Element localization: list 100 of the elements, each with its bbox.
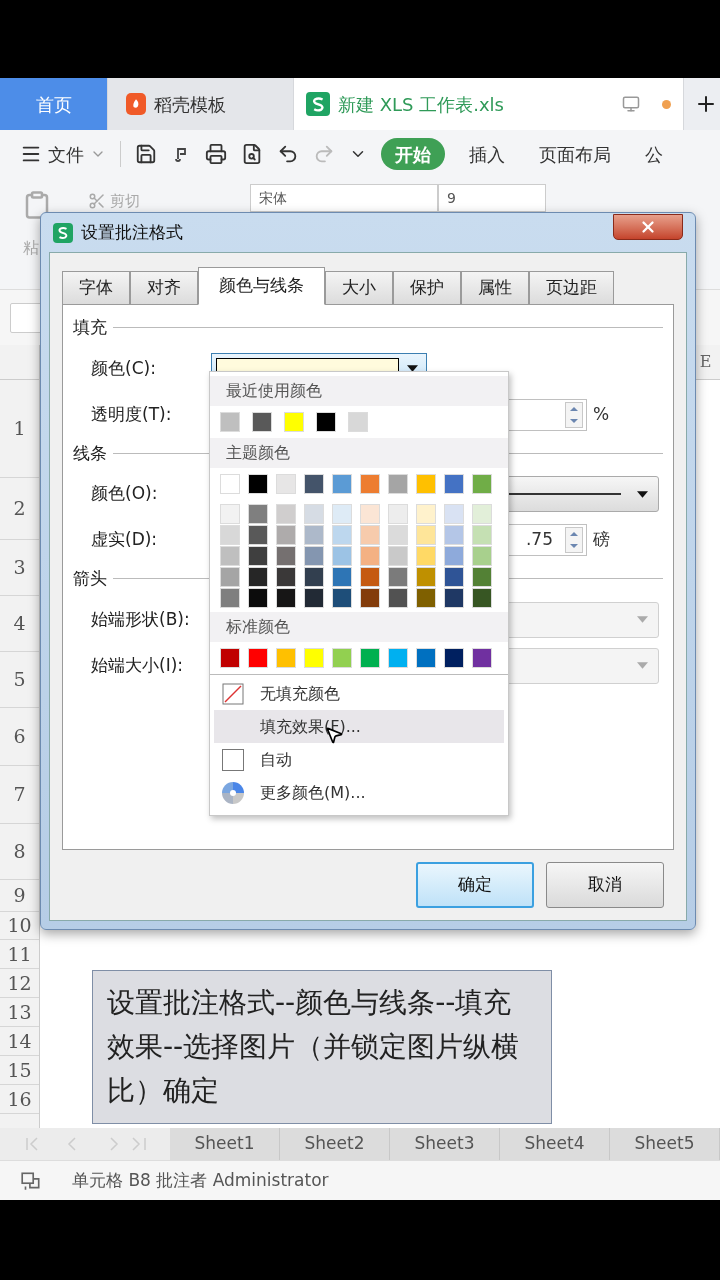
color-swatch[interactable] <box>472 525 492 545</box>
color-swatch[interactable] <box>388 588 408 608</box>
color-swatch[interactable] <box>276 648 296 668</box>
menu-item[interactable]: 无填充颜色 <box>214 677 504 710</box>
color-swatch[interactable] <box>276 567 296 587</box>
color-swatch[interactable] <box>332 546 352 566</box>
color-swatch[interactable] <box>388 525 408 545</box>
color-swatch[interactable] <box>332 588 352 608</box>
color-swatch[interactable] <box>248 504 268 524</box>
app-tab[interactable]: 稻壳模板 <box>108 78 294 130</box>
font-field[interactable]: 宋体 <box>250 184 438 212</box>
color-swatch[interactable] <box>388 648 408 668</box>
color-swatch[interactable] <box>304 525 324 545</box>
color-swatch[interactable] <box>332 648 352 668</box>
menu-item[interactable]: 更多颜色(M)... <box>214 776 504 809</box>
color-swatch[interactable] <box>360 525 380 545</box>
dialog-tab[interactable]: 保护 <box>393 271 461 305</box>
row-header[interactable]: 9 <box>0 880 39 912</box>
row-header[interactable]: 10 <box>0 912 39 940</box>
row-header[interactable]: 13 <box>0 998 39 1027</box>
row-header[interactable]: 7 <box>0 766 39 824</box>
row-header[interactable]: 2 <box>0 478 39 540</box>
dialog-tab[interactable]: 页边距 <box>529 271 614 305</box>
spin-arrows-icon[interactable] <box>565 401 583 428</box>
row-header[interactable]: 3 <box>0 540 39 596</box>
row-header[interactable]: 15 <box>0 1056 39 1085</box>
color-swatch[interactable] <box>304 546 324 566</box>
menu-item[interactable]: 填充效果(F)... <box>214 710 504 743</box>
color-swatch[interactable] <box>304 588 324 608</box>
color-swatch[interactable] <box>416 525 436 545</box>
sheet-tab[interactable]: Sheet1 <box>170 1128 280 1160</box>
monitor-icon[interactable] <box>622 95 640 113</box>
color-swatch[interactable] <box>248 567 268 587</box>
undo-icon[interactable] <box>277 143 299 165</box>
color-swatch[interactable] <box>444 504 464 524</box>
color-swatch[interactable] <box>220 412 240 432</box>
row-header[interactable]: 4 <box>0 596 39 652</box>
dialog-tab[interactable]: 颜色与线条 <box>198 267 325 305</box>
color-swatch[interactable] <box>388 474 408 494</box>
color-swatch[interactable] <box>332 567 352 587</box>
color-swatch[interactable] <box>348 412 368 432</box>
color-swatch[interactable] <box>332 504 352 524</box>
row-header[interactable]: 1 <box>0 380 39 478</box>
color-swatch[interactable] <box>276 525 296 545</box>
color-swatch[interactable] <box>444 567 464 587</box>
color-swatch[interactable] <box>472 474 492 494</box>
color-swatch[interactable] <box>316 412 336 432</box>
menu-item[interactable]: 自动 <box>214 743 504 776</box>
close-button[interactable] <box>613 213 683 240</box>
color-swatch[interactable] <box>304 567 324 587</box>
color-swatch[interactable] <box>416 474 436 494</box>
color-swatch[interactable] <box>276 504 296 524</box>
redo-icon[interactable] <box>313 143 335 165</box>
color-swatch[interactable] <box>472 648 492 668</box>
color-swatch[interactable] <box>388 567 408 587</box>
color-swatch[interactable] <box>276 588 296 608</box>
sheet-tab[interactable]: Sheet5 <box>610 1128 720 1160</box>
macro-icon[interactable] <box>20 1169 42 1192</box>
color-swatch[interactable] <box>360 504 380 524</box>
row-header[interactable]: 14 <box>0 1027 39 1056</box>
color-swatch[interactable] <box>248 525 268 545</box>
font-size-field[interactable]: 9 <box>438 184 546 212</box>
row-header[interactable]: 16 <box>0 1085 39 1114</box>
color-swatch[interactable] <box>444 525 464 545</box>
color-swatch[interactable] <box>444 588 464 608</box>
color-swatch[interactable] <box>416 648 436 668</box>
spin-arrows-icon[interactable] <box>565 527 583 553</box>
color-swatch[interactable] <box>416 567 436 587</box>
color-swatch[interactable] <box>220 648 240 668</box>
dialog-tab[interactable]: 属性 <box>461 271 529 305</box>
color-swatch[interactable] <box>472 504 492 524</box>
row-header[interactable]: 8 <box>0 824 39 880</box>
color-swatch[interactable] <box>252 412 272 432</box>
color-swatch[interactable] <box>304 504 324 524</box>
color-swatch[interactable] <box>472 546 492 566</box>
color-swatch[interactable] <box>220 474 240 494</box>
color-swatch[interactable] <box>220 504 240 524</box>
dialog-button[interactable]: 确定 <box>416 862 534 908</box>
row-header[interactable]: 6 <box>0 708 39 766</box>
cut-icon[interactable] <box>88 192 106 211</box>
sheet-tab[interactable]: Sheet2 <box>280 1128 390 1160</box>
row-header[interactable]: 5 <box>0 652 39 708</box>
color-swatch[interactable] <box>220 546 240 566</box>
color-swatch[interactable] <box>332 525 352 545</box>
color-swatch[interactable] <box>304 474 324 494</box>
app-tab[interactable]: 新建 XLS 工作表.xls <box>294 78 684 130</box>
color-swatch[interactable] <box>444 546 464 566</box>
color-swatch[interactable] <box>220 525 240 545</box>
color-swatch[interactable] <box>444 648 464 668</box>
color-swatch[interactable] <box>360 588 380 608</box>
dialog-button[interactable]: 取消 <box>546 862 664 908</box>
color-swatch[interactable] <box>360 546 380 566</box>
color-swatch[interactable] <box>360 648 380 668</box>
color-swatch[interactable] <box>220 567 240 587</box>
dialog-tab[interactable]: 字体 <box>62 271 130 305</box>
color-swatch[interactable] <box>276 546 296 566</box>
dialog-tab[interactable]: 对齐 <box>130 271 198 305</box>
ribbon-tab[interactable]: 页面布局 <box>529 140 621 168</box>
color-swatch[interactable] <box>472 567 492 587</box>
color-swatch[interactable] <box>332 474 352 494</box>
